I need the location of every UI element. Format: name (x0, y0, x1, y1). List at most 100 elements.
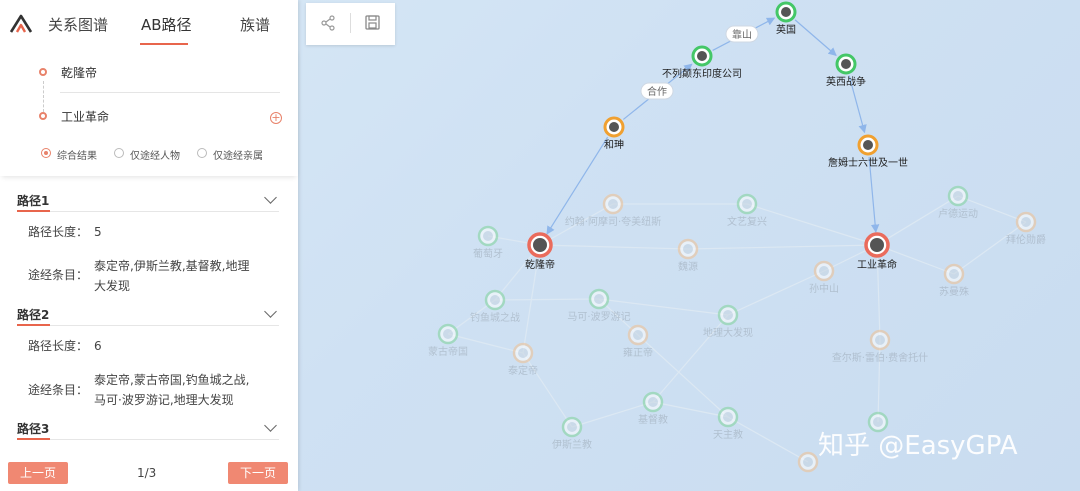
graph-node-label: 地理大发现 (703, 326, 753, 339)
graph-node-label: 和珅 (604, 139, 624, 151)
graph-node-label: 钓鱼城之战 (470, 311, 520, 324)
query-divider (60, 92, 280, 93)
path-connector-line (43, 81, 45, 112)
graph-node-label: 英西战争 (826, 75, 866, 88)
graph-node[interactable]: 葡萄牙 (473, 225, 503, 260)
graph-node-label: 天主教 (713, 428, 743, 441)
graph-node[interactable]: 雍正帝 (623, 324, 653, 359)
graph-edge-faded (539, 244, 689, 250)
graph-edge-faded (876, 195, 959, 246)
graph-node[interactable]: 查尔斯·雷伯·费舍托什 (832, 329, 928, 364)
path-2-header[interactable]: 路径2 (17, 306, 49, 323)
path-1-divider (17, 210, 279, 212)
edge-label: 靠山 (725, 25, 759, 43)
path-1-length-value: 5 (94, 225, 102, 239)
left-panel: 关系图谱 AB路径 族谱 乾隆帝 + 工业革命 综合结果 仅途经人物 仅途经亲属… (0, 0, 298, 491)
graph-toolbar (306, 3, 395, 45)
save-icon[interactable] (365, 15, 380, 30)
path-1-length-label: 路径长度： (28, 225, 89, 239)
graph-node-label: 苏曼殊 (939, 285, 969, 298)
graph-node[interactable]: 马可·波罗游记 (567, 288, 631, 323)
graph-node-label: 雍正帝 (623, 346, 653, 359)
tab-bar: 关系图谱 AB路径 族谱 (0, 0, 298, 48)
graph-node-label: 乾隆帝 (525, 258, 555, 271)
graph-node[interactable]: 英国 (775, 1, 797, 36)
graph-edge-faded (494, 298, 600, 301)
path-2-length-value: 6 (94, 339, 102, 353)
path-3-header[interactable]: 路径3 (17, 420, 49, 437)
next-page-button[interactable]: 下一页 (228, 462, 288, 484)
graph-edge-faded (687, 244, 878, 250)
graph-node-label: 英国 (776, 23, 796, 36)
graph-node[interactable]: 文艺复兴 (727, 193, 767, 228)
graph-node-label: 詹姆士六世及一世 (828, 156, 908, 169)
graph-node[interactable]: 泰定帝 (508, 342, 538, 377)
graph-node[interactable]: 地理大发现 (703, 304, 753, 339)
graph-node[interactable]: 英西战争 (826, 53, 866, 88)
graph-node[interactable]: 卢德运动 (938, 185, 978, 220)
graph-node-label: 不列颠东印度公司 (662, 67, 742, 80)
graph-node-label: 基督教 (638, 413, 668, 426)
start-node-input[interactable]: 乾隆帝 (61, 64, 97, 81)
prev-page-button[interactable]: 上一页 (8, 462, 68, 484)
add-icon[interactable]: + (270, 112, 282, 124)
graph-node[interactable]: 拜伦勋爵 (1006, 211, 1046, 246)
toolbar-divider (350, 13, 351, 33)
path-1-items-line1: 泰定帝,伊斯兰教,基督教,地理 (94, 259, 250, 273)
path-2-divider (17, 324, 279, 326)
graph-node-label: 马可·波罗游记 (567, 310, 630, 323)
graph-node-label: 蒙古帝国 (428, 345, 468, 358)
radio-people-only[interactable] (114, 148, 124, 158)
radio-comprehensive-label: 综合结果 (57, 151, 97, 162)
graph-edge-faded (522, 352, 573, 428)
path-query-form: 乾隆帝 + 工业革命 综合结果 仅途经人物 仅途经亲属 (0, 48, 298, 176)
path-2-items-label: 途经条目： (28, 383, 89, 397)
tab-relationship-graph[interactable]: 关系图谱 (48, 14, 108, 35)
graph-node-label: 约翰·阿摩司·夸美纽斯 (565, 215, 661, 228)
graph-node[interactable]: 魏源 (677, 238, 699, 273)
graph-node-label: 葡萄牙 (473, 247, 503, 260)
graph-node[interactable]: 基督教 (638, 391, 668, 426)
tab-ab-path[interactable]: AB路径 (141, 14, 192, 35)
end-dot-icon (39, 112, 47, 120)
path-2-items-line2: 马可·波罗游记,地理大发现 (94, 393, 234, 407)
active-tab-indicator (140, 43, 188, 45)
path-1-header[interactable]: 路径1 (17, 192, 49, 209)
radio-relatives-only[interactable] (197, 148, 207, 158)
chevron-down-icon[interactable] (264, 191, 277, 204)
logo-icon (9, 14, 33, 33)
chevron-down-icon[interactable] (264, 419, 277, 432)
edge-label: 合作 (640, 82, 674, 100)
tab-family-tree[interactable]: 族谱 (240, 14, 270, 35)
graph-node[interactable]: 钓鱼城之战 (470, 289, 520, 324)
graph-node[interactable]: 孙中山 (809, 260, 839, 295)
graph-node-label: 卢德运动 (938, 207, 978, 220)
graph-node[interactable]: 约翰·阿摩司·夸美纽斯 (565, 193, 661, 228)
chevron-down-icon[interactable] (264, 305, 277, 318)
graph-node-label: 魏源 (678, 260, 698, 273)
graph-node[interactable]: 詹姆士六世及一世 (828, 134, 908, 169)
path-2-length-label: 路径长度： (28, 339, 89, 353)
graph-node-label: 工业革命 (857, 258, 897, 271)
graph-node[interactable]: 乾隆帝 (525, 232, 555, 271)
graph-node[interactable]: 和珅 (603, 116, 625, 151)
graph-node-label: 孙中山 (809, 282, 839, 295)
graph-edge (794, 19, 837, 57)
graph-node[interactable] (797, 451, 819, 473)
svg-text:靠山: 靠山 (732, 28, 752, 41)
graph-node[interactable]: 蒙古帝国 (428, 323, 468, 358)
graph-node-label: 文艺复兴 (727, 215, 767, 228)
path-1-items-label: 途经条目： (28, 268, 89, 282)
path-1-items-line2: 大发现 (94, 279, 131, 293)
radio-comprehensive[interactable] (41, 148, 51, 158)
end-node-input[interactable]: 工业革命 (61, 108, 109, 125)
graph-node-label: 拜伦勋爵 (1006, 233, 1046, 246)
path-2-items-line1: 泰定帝,蒙古帝国,钓鱼城之战, (94, 373, 250, 387)
graph-node-label: 伊斯兰教 (552, 438, 592, 451)
watermark: 知乎 @EasyGPA (818, 431, 1018, 461)
graph-node[interactable]: 不列颠东印度公司 (662, 45, 742, 80)
graph-node[interactable]: 天主教 (713, 406, 743, 441)
start-dot-icon (39, 68, 47, 76)
path-3-divider (17, 438, 279, 440)
share-icon[interactable] (320, 15, 336, 31)
